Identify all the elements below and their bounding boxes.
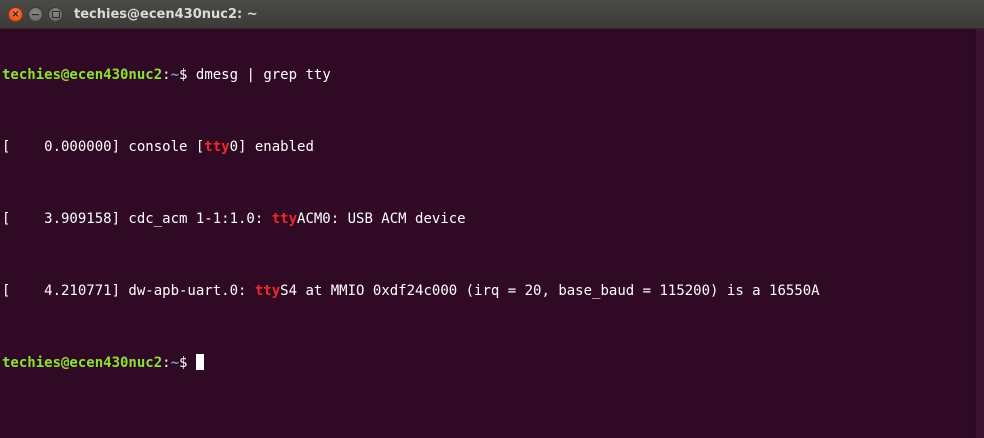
scrollbar[interactable] [975, 29, 984, 438]
close-icon: × [11, 10, 19, 20]
output-line: [ 0.000000] console [tty0] enabled [2, 138, 974, 156]
terminal-output[interactable]: techies@ecen430nuc2:~$ dmesg | grep tty … [2, 29, 974, 438]
window-title: techies@ecen430nuc2: ~ [74, 0, 258, 29]
output-text: S4 at MMIO 0xdf24c000 (irq = 20, base_ba… [280, 283, 819, 299]
title-bar[interactable]: × − techies@ecen430nuc2: ~ [0, 0, 984, 29]
grep-match: tty [204, 139, 229, 155]
output-line: [ 3.909158] cdc_acm 1-1:1.0: ttyACM0: US… [2, 210, 974, 228]
prompt-symbol: $ [179, 355, 196, 371]
command-text: dmesg | grep tty [187, 67, 330, 83]
terminal-window: × − techies@ecen430nuc2: ~ techies@ecen4… [0, 0, 984, 438]
close-button[interactable]: × [8, 7, 23, 22]
output-text: [ 4.210771] dw-apb-uart.0: [2, 283, 255, 299]
grep-match: tty [255, 283, 280, 299]
grep-match: tty [272, 211, 297, 227]
output-text: [ 0.000000] console [ [2, 139, 204, 155]
prompt-colon: : [162, 355, 170, 371]
minimize-icon: − [31, 9, 40, 20]
output-text: ACM0: USB ACM device [297, 211, 466, 227]
maximize-icon [52, 11, 60, 18]
output-line: [ 4.210771] dw-apb-uart.0: ttyS4 at MMIO… [2, 282, 974, 300]
prompt-directory: ~ [171, 355, 179, 371]
command-line: techies@ecen430nuc2:~$ dmesg | grep tty [2, 66, 974, 84]
text-cursor [196, 354, 204, 370]
minimize-button[interactable]: − [28, 7, 43, 22]
output-text: 0] enabled [230, 139, 314, 155]
prompt-directory: ~ [171, 67, 179, 83]
maximize-button[interactable] [48, 7, 63, 22]
prompt-user-host: techies@ecen430nuc2 [2, 67, 162, 83]
prompt-user-host: techies@ecen430nuc2 [2, 355, 162, 371]
prompt-colon: : [162, 67, 170, 83]
prompt-line[interactable]: techies@ecen430nuc2:~$ [2, 354, 974, 372]
output-text: [ 3.909158] cdc_acm 1-1:1.0: [2, 211, 272, 227]
